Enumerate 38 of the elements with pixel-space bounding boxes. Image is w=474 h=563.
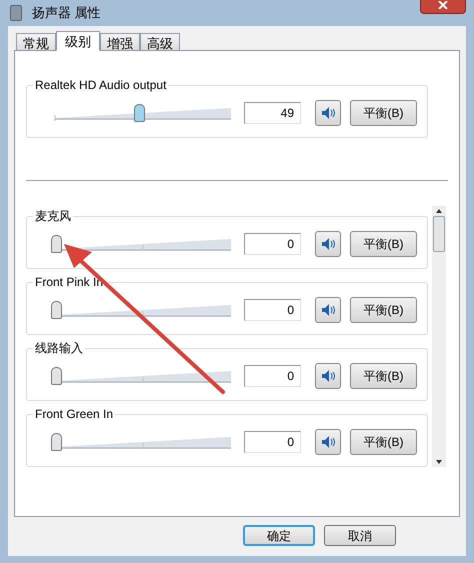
mute-button[interactable] [315,231,341,257]
level-field[interactable]: 0 [244,431,301,453]
level-field[interactable]: 0 [244,365,301,387]
mute-button[interactable] [315,429,341,455]
close-icon [438,1,448,9]
slider-thumb[interactable] [51,235,62,253]
slider-thumb[interactable] [51,367,62,385]
slider-thumb[interactable] [134,104,145,122]
balance-button[interactable]: 平衡(B) [350,363,417,389]
balance-button[interactable]: 平衡(B) [350,231,417,257]
mute-button[interactable] [315,100,341,126]
tab[interactable]: 级别 [56,31,100,51]
level-field[interactable]: 0 [244,233,301,255]
volume-slider[interactable] [51,233,231,255]
balance-button[interactable]: 平衡(B) [350,100,417,126]
volume-slider[interactable] [51,299,231,321]
balance-button[interactable]: 平衡(B) [350,429,417,455]
tab[interactable]: 常规 [16,33,56,50]
device-label: Realtek HD Audio output [33,77,168,93]
dialog-button[interactable]: 确定 [243,525,315,546]
balance-button[interactable]: 平衡(B) [350,297,417,323]
level-field[interactable]: 0 [244,299,301,321]
slider-thumb[interactable] [51,301,62,319]
mute-button[interactable] [315,363,341,389]
device-label: 麦克风 [33,208,73,224]
device-label: 线路输入 [33,340,85,356]
mute-button[interactable] [315,297,341,323]
level-field[interactable]: 49 [244,102,301,124]
scroll-thumb[interactable] [433,216,445,252]
slider-thumb[interactable] [51,433,62,451]
close-button[interactable] [420,0,466,14]
volume-slider[interactable] [51,365,231,387]
volume-slider[interactable] [51,431,231,453]
window-title: 扬声器 属性 [32,4,101,22]
tab[interactable]: 增强 [100,33,140,50]
scrollbar[interactable] [432,206,446,467]
dialog-button[interactable]: 取消 [324,525,396,546]
tab[interactable]: 高级 [140,33,180,50]
